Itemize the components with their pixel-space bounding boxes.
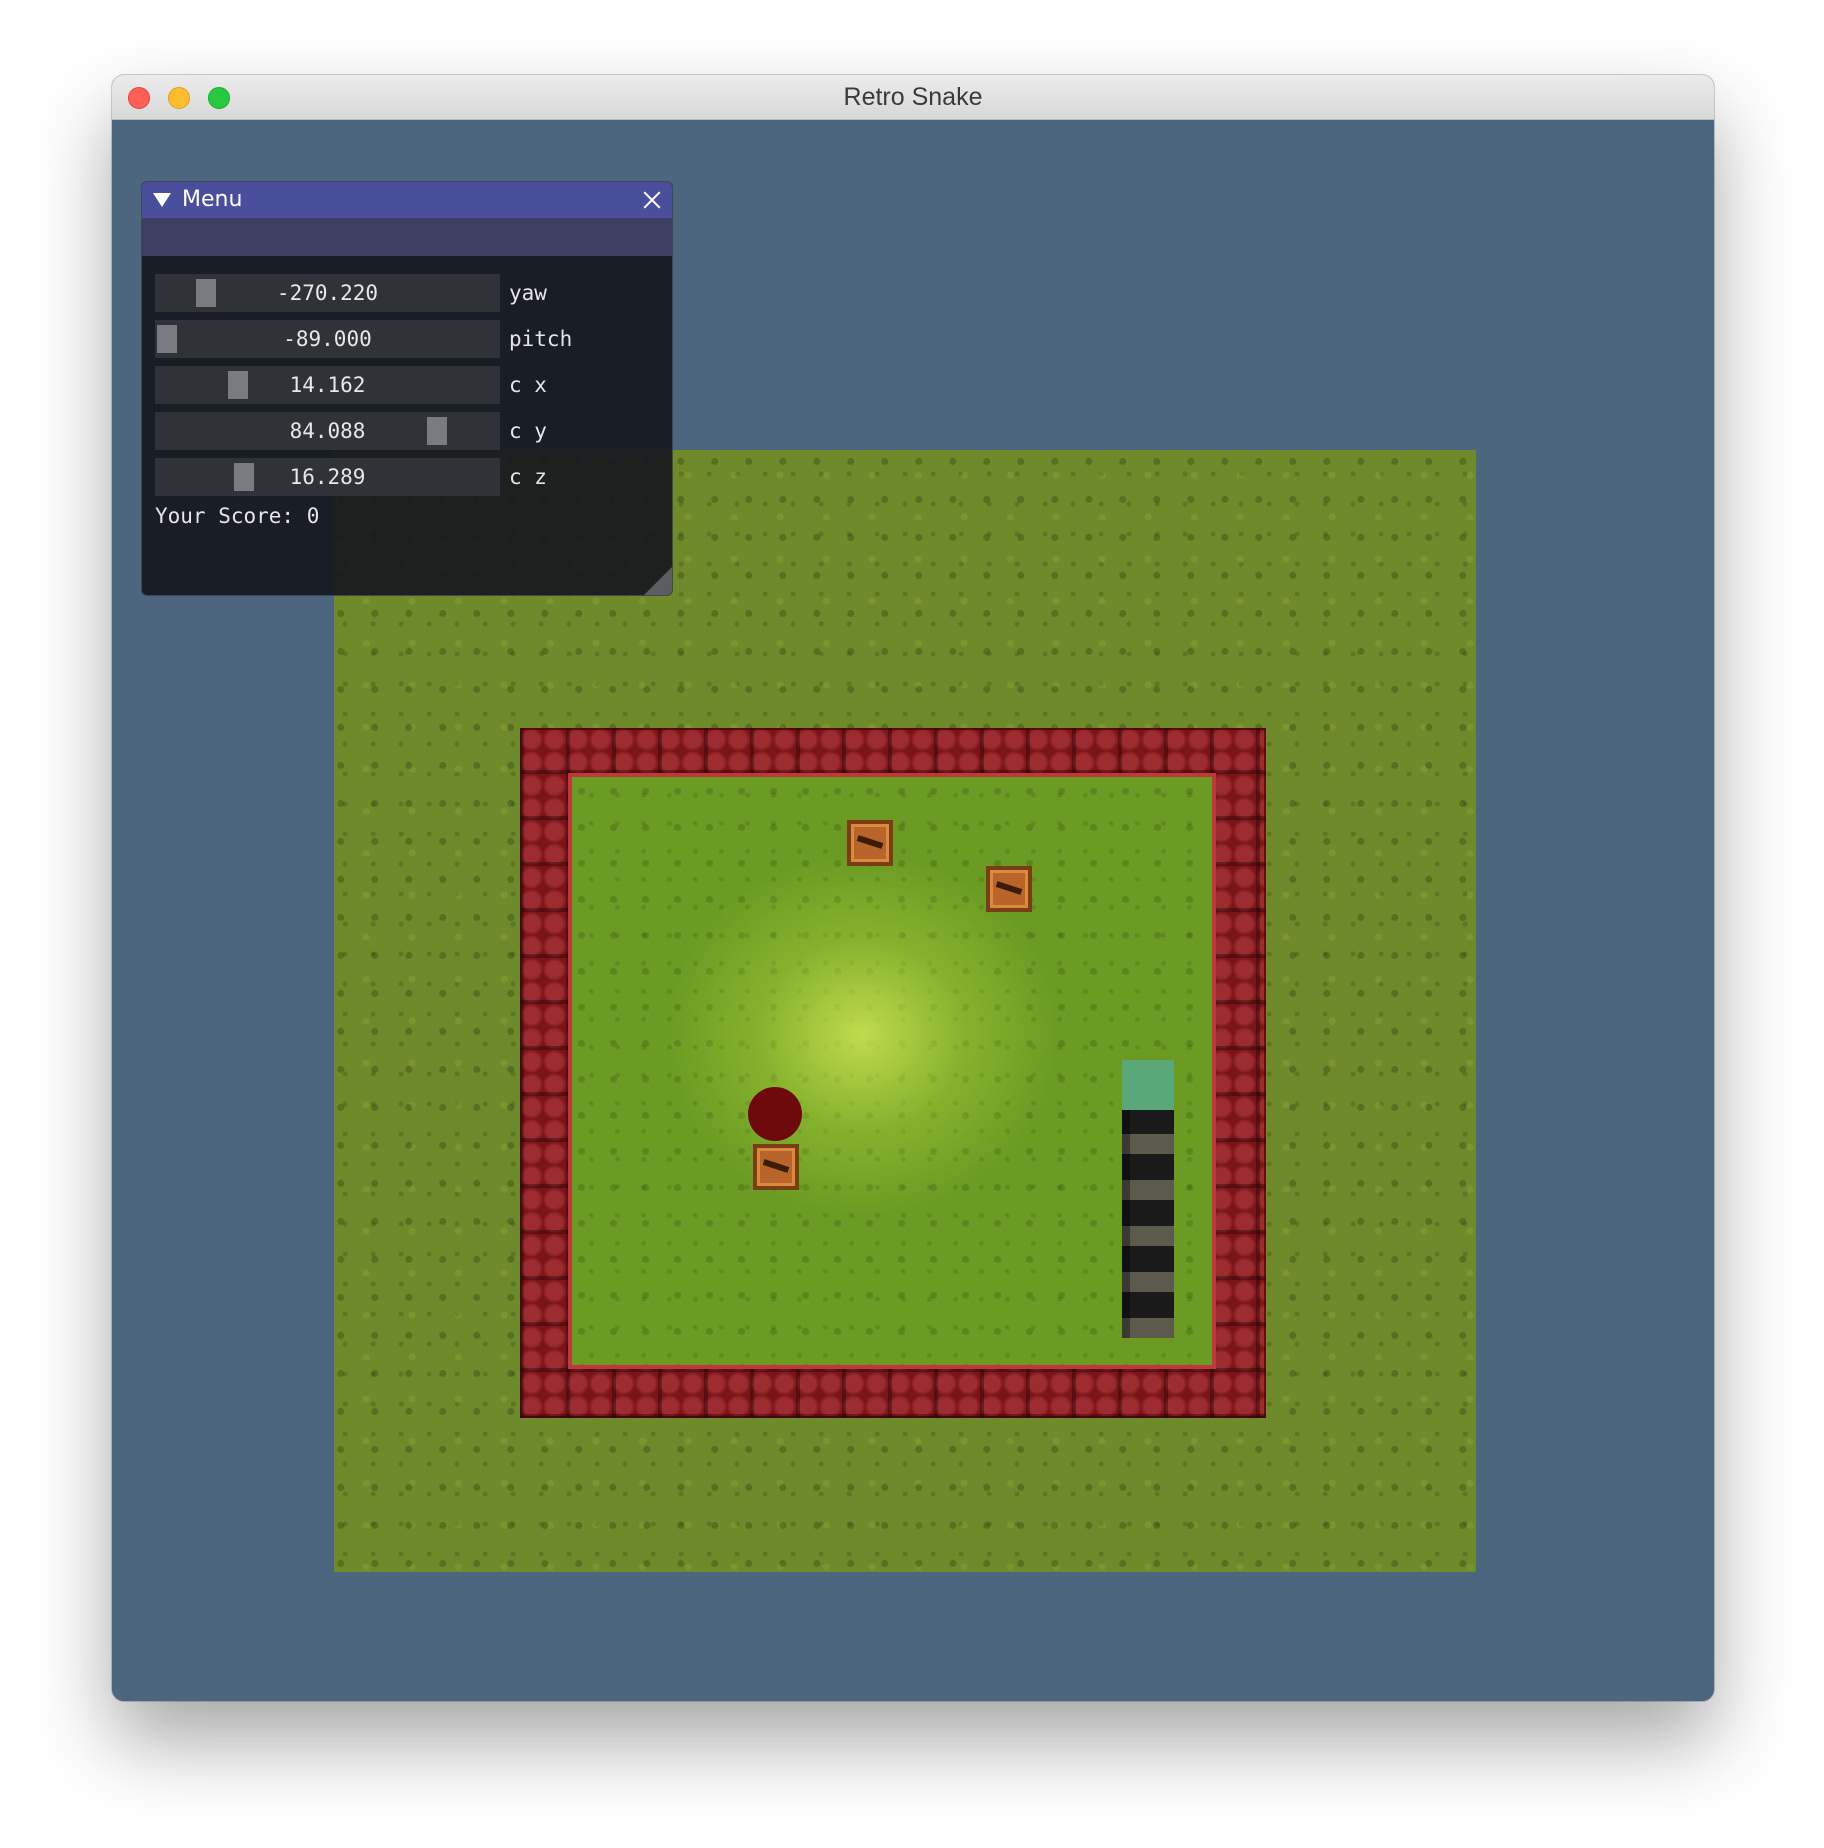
window-title: Retro Snake: [843, 83, 983, 111]
resize-grip[interactable]: [644, 567, 672, 595]
snake-head: [1122, 1060, 1174, 1110]
snake-body: [1122, 1108, 1174, 1338]
slider-value: 84.088: [289, 419, 366, 443]
score-text: Your Score: 0: [155, 504, 320, 528]
title-bar[interactable]: Retro Snake: [112, 75, 1714, 120]
slider-label: c x: [509, 373, 547, 397]
slider-value: -89.000: [283, 327, 372, 351]
collapse-arrow-icon[interactable]: [153, 193, 171, 207]
menu-bar: [142, 218, 672, 256]
slider-label: c z: [509, 465, 547, 489]
menu-title: Menu: [182, 187, 243, 212]
slider-label: yaw: [509, 281, 547, 305]
menu-title-bar[interactable]: Menu: [142, 182, 672, 218]
cz-slider[interactable]: 16.289: [155, 458, 500, 496]
close-icon[interactable]: [634, 182, 668, 218]
app-window: Retro Snake Menu -270.220 yaw -89.000 pi…: [112, 75, 1714, 1701]
slider-value: 14.162: [289, 373, 366, 397]
cx-slider[interactable]: 14.162: [155, 366, 500, 404]
menu-panel[interactable]: Menu -270.220 yaw -89.000 pitch 14.162 c…: [141, 181, 673, 596]
yaw-slider[interactable]: -270.220: [155, 274, 500, 312]
slider-label: pitch: [509, 327, 573, 351]
game-viewport[interactable]: Menu -270.220 yaw -89.000 pitch 14.162 c…: [112, 120, 1714, 1701]
crate-obstacle: [986, 866, 1032, 912]
slider-label: c y: [509, 419, 547, 443]
crate-obstacle: [847, 820, 893, 866]
pitch-slider[interactable]: -89.000: [155, 320, 500, 358]
crate-obstacle: [753, 1144, 799, 1190]
cy-slider[interactable]: 84.088: [155, 412, 500, 450]
slider-value: 16.289: [289, 465, 366, 489]
food-orb: [748, 1087, 802, 1141]
slider-value: -270.220: [276, 281, 379, 305]
